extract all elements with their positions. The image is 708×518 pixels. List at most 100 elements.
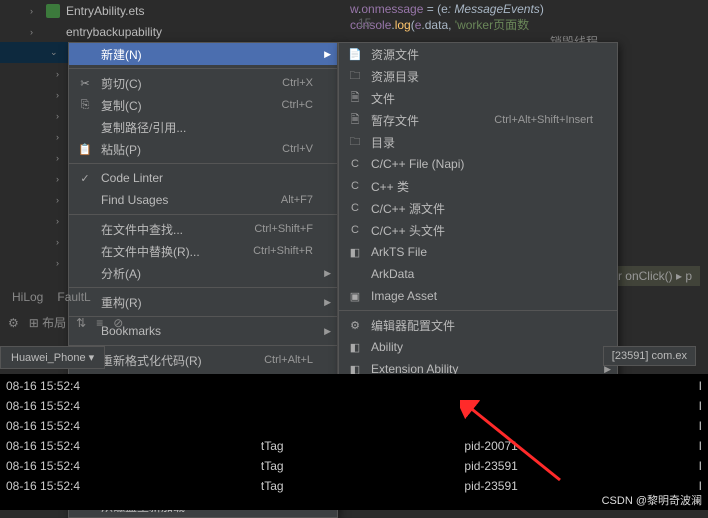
shortcut: Ctrl+Shift+F <box>234 223 313 235</box>
menu-icon: C <box>347 200 363 216</box>
menu-label: 重新格式化代码(R) <box>101 352 236 369</box>
menu-item-c-[interactable]: CC++ 类 <box>339 175 617 197</box>
toolbar-button[interactable]: ⊘ <box>113 316 123 330</box>
log-line: 08-16 15:52:4I <box>6 396 702 416</box>
menu-icon: ▣ <box>347 288 363 304</box>
menu-label: 重构(R) <box>101 294 313 311</box>
menu-item--c-[interactable]: ✂ 剪切(C) Ctrl+X <box>69 72 337 94</box>
code-text: console.log(e.data, 'worker页面数 <box>350 18 529 32</box>
menu-item--[interactable]: 🗎暂存文件Ctrl+Alt+Shift+Insert <box>339 109 617 131</box>
menu-item--r-[interactable]: ≡重新格式化代码(R)Ctrl+Alt+L <box>69 349 337 371</box>
chevron-icon: › <box>56 111 66 121</box>
chevron-icon: › <box>30 6 40 16</box>
menu-item-c-c-[interactable]: CC/C++ 头文件 <box>339 219 617 241</box>
menu-item-arkdata[interactable]: ArkData <box>339 263 617 285</box>
menu-icon <box>77 46 93 62</box>
shortcut: Alt+F7 <box>261 194 313 206</box>
tree-label: entrybackupability <box>66 25 162 39</box>
menu-item-find-usages[interactable]: Find UsagesAlt+F7 <box>69 189 337 211</box>
terminal[interactable]: 08-16 15:52:4I08-16 15:52:4I 08-16 15:52:… <box>0 374 708 510</box>
menu-item-arkts-file[interactable]: ◧ ArkTS File <box>339 241 617 263</box>
menu-label: C/C++ 源文件 <box>371 200 593 217</box>
menu-item--[interactable]: ⚙ 编辑器配置文件 <box>339 314 617 336</box>
code-text: w.onmessage = (e: MessageEvents) <box>350 2 544 16</box>
toolbar-button[interactable]: ≡ <box>96 316 103 330</box>
menu-item--[interactable]: 🗀目录 <box>339 131 617 153</box>
menu-icon: ✂ <box>77 75 93 91</box>
shortcut: Ctrl+Alt+L <box>244 354 313 366</box>
menu-icon: ⚙ <box>347 317 363 333</box>
menu-item-image-asset[interactable]: ▣ Image Asset <box>339 285 617 307</box>
menu-icon: ◧ <box>347 339 363 355</box>
menu-label: C/C++ 头文件 <box>371 222 593 239</box>
device-selector[interactable]: Huawei_Phone ▾ <box>0 346 105 369</box>
menu-item--[interactable]: 📄资源文件 <box>339 43 617 65</box>
menu-icon: ⎘ <box>77 97 93 113</box>
menu-label: C++ 类 <box>371 178 593 195</box>
menu-icon: 🗎 <box>347 90 363 106</box>
chevron-icon: › <box>56 195 66 205</box>
log-line: 08-16 15:52:4tTagpid-20071I <box>6 436 702 456</box>
menu-icon <box>77 221 93 237</box>
chevron-right-icon: ▶ <box>324 268 331 279</box>
menu-label: 分析(A) <box>101 265 313 282</box>
menu-label: C/C++ File (Napi) <box>371 157 593 171</box>
chevron-right-icon: ▶ <box>324 297 331 308</box>
menu-item--[interactable]: 🗀资源目录 <box>339 65 617 87</box>
chevron-icon: › <box>30 27 40 37</box>
toolbar-button[interactable]: ⊞ 布局 <box>29 314 66 331</box>
menu-item--r-[interactable]: 在文件中替换(R)...Ctrl+Shift+R <box>69 240 337 262</box>
menu-icon: 📋 <box>77 141 93 157</box>
shortcut: Ctrl+X <box>262 77 313 89</box>
tree-item[interactable]: ›EntryAbility.ets <box>0 0 220 21</box>
chevron-right-icon: ▶ <box>324 49 331 60</box>
menu-item--p-[interactable]: 📋粘贴(P)Ctrl+V <box>69 138 337 160</box>
chevron-icon: › <box>56 258 66 268</box>
toolbar-button[interactable]: ⇅ <box>76 316 86 330</box>
menu-label: Image Asset <box>371 289 593 303</box>
menu-label: 复制路径/引用... <box>101 119 313 136</box>
menu-item-c-c-[interactable]: C C/C++ 源文件 <box>339 197 617 219</box>
line-number: 15 <box>358 16 371 30</box>
log-line: 08-16 15:52:4I <box>6 376 702 396</box>
menu-icon <box>77 119 93 135</box>
menu-icon: C <box>347 156 363 172</box>
chevron-icon: ⌄ <box>50 47 60 58</box>
menu-label: 复制(C) <box>101 97 254 114</box>
chevron-icon: › <box>56 174 66 184</box>
tab[interactable]: HiLog <box>12 290 43 304</box>
menu-label: Ability <box>371 340 593 354</box>
log-line: 08-16 15:52:4tTagpid-23591I <box>6 456 702 476</box>
menu-item--n-[interactable]: 新建(N)▶ <box>69 43 337 65</box>
menu-icon <box>347 266 363 282</box>
menu-item-c-c-file-napi-[interactable]: C C/C++ File (Napi) <box>339 153 617 175</box>
menu-item--a-[interactable]: 分析(A) ▶ <box>69 262 337 284</box>
menu-icon: 🗎 <box>347 112 363 128</box>
menu-label: 资源目录 <box>371 68 593 85</box>
tree-item[interactable]: › entrybackupability <box>0 21 220 42</box>
chevron-icon: › <box>56 216 66 226</box>
menu-icon <box>77 243 93 259</box>
menu-label: 编辑器配置文件 <box>371 317 593 334</box>
menu-icon: ◧ <box>347 244 363 260</box>
fold-icon <box>46 25 60 39</box>
tab[interactable]: FaultL <box>57 290 90 304</box>
menu-item--[interactable]: 在文件中查找...Ctrl+Shift+F <box>69 218 337 240</box>
menu-item--r-[interactable]: 重构(R) ▶ <box>69 291 337 313</box>
shortcut: Ctrl+Shift+R <box>233 245 313 257</box>
watermark: CSDN @黎明奇波澜 <box>602 492 702 508</box>
menu-label: 粘贴(P) <box>101 141 254 158</box>
chevron-icon: › <box>56 69 66 79</box>
menu-item-ability[interactable]: ◧ Ability <box>339 336 617 358</box>
menu-item--c-[interactable]: ⎘复制(C)Ctrl+C <box>69 94 337 116</box>
chevron-icon: › <box>56 132 66 142</box>
process-tag[interactable]: [23591] com.ex <box>603 346 696 366</box>
menu-label: ArkData <box>371 267 593 281</box>
menu-item--[interactable]: 🗎文件 <box>339 87 617 109</box>
menu-label: Code Linter <box>101 171 313 185</box>
menu-item-code-linter[interactable]: ✓Code Linter <box>69 167 337 189</box>
menu-label: ArkTS File <box>371 245 593 259</box>
menu-item--[interactable]: 复制路径/引用... <box>69 116 337 138</box>
menu-label: 剪切(C) <box>101 75 254 92</box>
toolbar-button[interactable]: ⚙ <box>8 316 19 330</box>
